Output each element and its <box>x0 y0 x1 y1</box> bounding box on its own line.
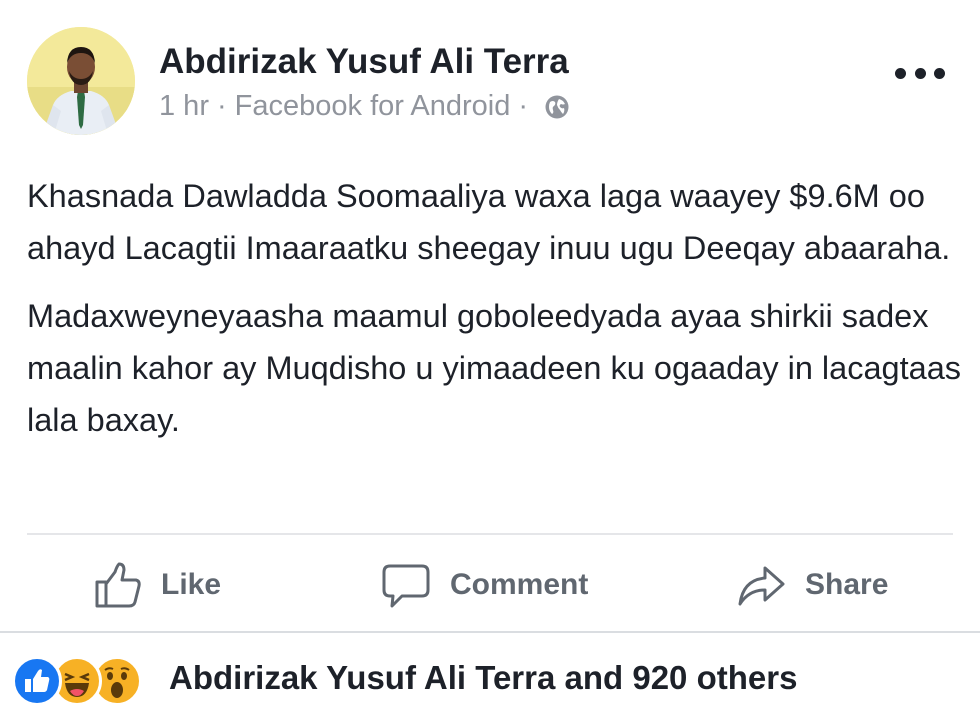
comment-button[interactable]: Comment <box>380 555 588 615</box>
dot <box>895 67 906 79</box>
dot <box>914 67 926 79</box>
like-button[interactable]: Like <box>93 555 221 615</box>
avatar-photo <box>27 27 135 135</box>
author-avatar[interactable] <box>27 27 135 135</box>
post-body: Khasnada Dawladda Soomaaliya waxa laga w… <box>27 170 962 462</box>
share-label: Share <box>805 568 889 601</box>
share-button[interactable]: Share <box>735 555 888 615</box>
reaction-summary[interactable]: Abdirizak Yusuf Ali Terra and 920 others <box>169 659 797 697</box>
meta-separator: · <box>518 90 528 122</box>
like-label: Like <box>161 568 222 601</box>
divider <box>27 533 953 535</box>
author-name[interactable]: Abdirizak Yusuf Ali Terra <box>159 42 569 82</box>
post-paragraph: Khasnada Dawladda Soomaaliya waxa laga w… <box>27 178 951 266</box>
post-paragraph: Madaxweyneyaasha maamul goboleedyada aya… <box>27 298 962 438</box>
share-arrow-icon <box>738 566 785 606</box>
post-time[interactable]: 1 hr <box>159 90 209 123</box>
dot <box>934 67 945 79</box>
comment-label: Comment <box>450 568 589 601</box>
thumbs-up-icon <box>95 562 141 608</box>
more-options-icon[interactable] <box>895 60 945 86</box>
post-meta: 1 hr · Facebook for Android · <box>159 90 570 123</box>
divider <box>0 631 980 633</box>
meta-separator: · <box>216 90 227 122</box>
like-icon <box>12 656 62 706</box>
comment-bubble-icon <box>382 564 430 608</box>
facebook-post: Abdirizak Yusuf Ali Terra 1 hr · Faceboo… <box>0 0 980 713</box>
reactions-bar[interactable]: Abdirizak Yusuf Ali Terra and 920 others <box>12 648 797 708</box>
globe-icon[interactable] <box>544 94 570 120</box>
post-actions: Like Comment Share <box>0 545 980 625</box>
post-source: Facebook for Android <box>234 90 511 122</box>
reaction-icons <box>12 653 157 706</box>
